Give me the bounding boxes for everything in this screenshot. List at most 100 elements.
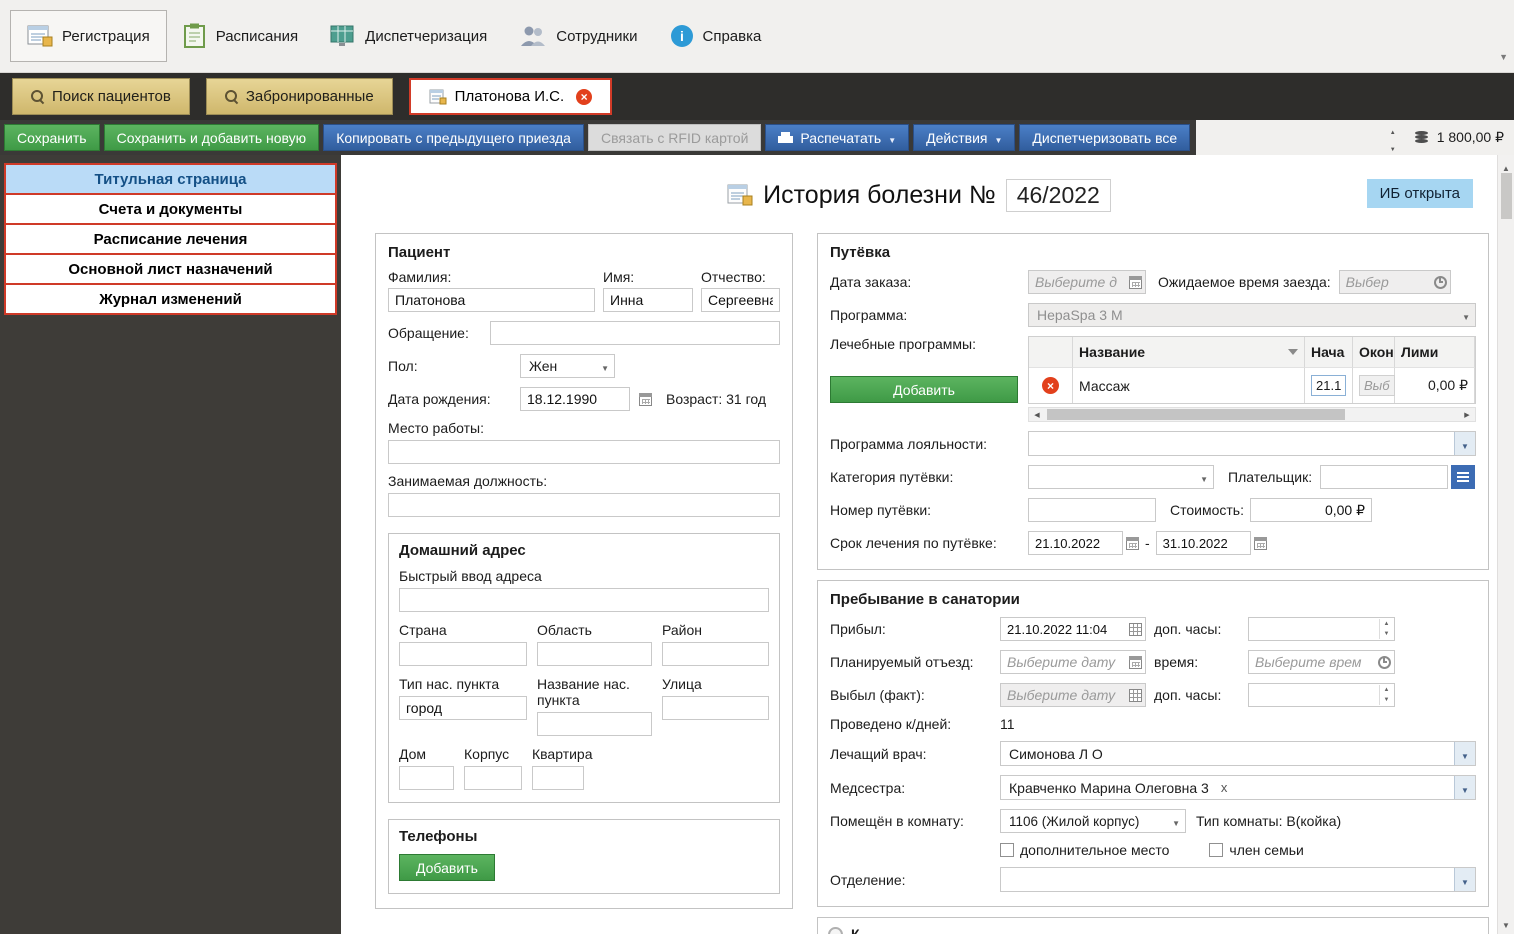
country-input[interactable] [399, 642, 527, 666]
middlename-input[interactable] [701, 288, 780, 312]
stepper-down-icon[interactable] [1380, 629, 1393, 639]
order-date-input[interactable] [1028, 270, 1146, 294]
clock-icon[interactable] [1434, 276, 1447, 289]
toolbar-scroll-arrows[interactable] [1390, 121, 1396, 154]
lastname-input[interactable] [388, 288, 595, 312]
street-input[interactable] [662, 696, 769, 720]
remove-nurse-icon[interactable]: x [1221, 780, 1228, 795]
region-input[interactable] [537, 642, 652, 666]
settlement-type-input[interactable] [399, 696, 527, 720]
clock-icon[interactable] [1378, 656, 1391, 669]
table-row[interactable]: Массаж 21.1 Выб 0,00 ₽ [1029, 367, 1475, 403]
actions-button[interactable]: Действия [913, 124, 1015, 151]
datetime-picker-icon[interactable] [1129, 623, 1142, 636]
scroll-left-icon[interactable] [1029, 408, 1045, 421]
period-end-input[interactable] [1156, 531, 1251, 555]
district-input[interactable] [662, 642, 769, 666]
department-select[interactable] [1000, 867, 1476, 892]
radio-icon[interactable] [828, 927, 843, 934]
dispatch-all-button[interactable]: Диспетчеризовать все [1019, 124, 1190, 151]
position-input[interactable] [388, 493, 780, 517]
chevron-down-icon[interactable] [1454, 868, 1475, 891]
house-input[interactable] [399, 766, 454, 790]
filter-icon[interactable] [1288, 349, 1298, 355]
arrival-time-input[interactable] [1339, 270, 1451, 294]
calendar-icon[interactable] [1126, 537, 1139, 550]
doctor-select[interactable]: Симонова Л О [1000, 741, 1476, 766]
sidebar-item-prescription-sheet[interactable]: Основной лист назначений [4, 253, 337, 285]
nav-help[interactable]: i Справка [654, 11, 778, 61]
planned-departure-input[interactable] [1000, 650, 1146, 674]
calendar-icon[interactable] [1254, 537, 1267, 550]
building-input[interactable] [464, 766, 522, 790]
close-icon[interactable] [576, 89, 592, 105]
sidebar-item-change-log[interactable]: Журнал изменений [4, 283, 337, 315]
save-button[interactable]: Сохранить [4, 124, 100, 151]
stepper-up-icon[interactable] [1380, 685, 1393, 695]
tab-patient-platonova[interactable]: Платонова И.С. [409, 78, 612, 115]
stepper-arrows[interactable] [1379, 619, 1393, 639]
extra-hours-stepper[interactable] [1248, 683, 1395, 707]
topbar-overflow-icon[interactable]: ▼ [1499, 52, 1508, 62]
period-start-input[interactable] [1028, 531, 1123, 555]
departure-time-input[interactable] [1248, 650, 1395, 674]
gender-select[interactable]: Жен [520, 354, 615, 378]
loyalty-program-select[interactable] [1028, 431, 1476, 456]
table-header-start[interactable]: Нача [1305, 337, 1353, 367]
nav-dispatch[interactable]: Диспетчеризация [314, 11, 503, 61]
salutation-input[interactable] [490, 321, 780, 345]
stepper-arrows[interactable] [1379, 685, 1393, 705]
delete-row-icon[interactable] [1042, 377, 1059, 394]
voucher-category-select[interactable] [1028, 465, 1214, 489]
add-treatment-program-button[interactable]: Добавить [830, 376, 1018, 403]
tab-reserved[interactable]: Забронированные [206, 78, 393, 115]
table-header-end[interactable]: Окон [1353, 337, 1395, 367]
table-header-limit[interactable]: Лими [1395, 337, 1475, 367]
table-header-name[interactable]: Название [1073, 337, 1305, 367]
print-button[interactable]: Распечатать [765, 124, 909, 151]
sidebar-item-invoices[interactable]: Счета и документы [4, 193, 337, 225]
nav-schedules[interactable]: Расписания [167, 10, 314, 62]
sidebar-item-treatment-schedule[interactable]: Расписание лечения [4, 223, 337, 255]
chevron-down-icon[interactable] [1454, 432, 1475, 455]
workplace-input[interactable] [388, 440, 780, 464]
add-phone-button[interactable]: Добавить [399, 854, 495, 881]
nav-employees[interactable]: Сотрудники [503, 11, 653, 61]
extra-hours-stepper[interactable] [1248, 617, 1395, 641]
calendar-icon[interactable] [1129, 276, 1142, 289]
settlement-name-input[interactable] [537, 712, 652, 736]
chevron-down-icon[interactable] [1454, 742, 1475, 765]
nurse-select[interactable]: Кравченко Марина Олеговна 3 x [1000, 775, 1476, 800]
case-number-input[interactable]: 46/2022 [1006, 179, 1111, 212]
vertical-scrollbar[interactable] [1497, 155, 1514, 934]
scroll-right-icon[interactable] [1459, 408, 1475, 421]
scroll-down-icon[interactable] [1502, 915, 1510, 931]
family-member-checkbox[interactable]: член семьи [1209, 842, 1303, 858]
start-date-cell-input[interactable]: 21.1 [1311, 375, 1346, 396]
apartment-input[interactable] [532, 766, 584, 790]
payer-input[interactable] [1320, 465, 1448, 489]
stepper-up-icon[interactable] [1380, 619, 1393, 629]
copy-previous-visit-button[interactable]: Копировать с предыдущего приезда [323, 124, 584, 151]
calendar-icon[interactable] [1129, 656, 1142, 669]
sidebar-item-title-page[interactable]: Титульная страница [4, 163, 337, 195]
scrollbar-thumb[interactable] [1501, 173, 1512, 219]
voucher-number-input[interactable] [1028, 498, 1156, 522]
scroll-up-icon[interactable] [1502, 158, 1510, 174]
stepper-down-icon[interactable] [1380, 695, 1393, 705]
birthdate-input[interactable] [520, 387, 630, 411]
chevron-down-icon[interactable] [1454, 776, 1475, 799]
calendar-icon[interactable] [639, 393, 652, 406]
payer-lookup-icon[interactable] [1451, 465, 1475, 489]
cost-input[interactable] [1250, 498, 1372, 522]
firstname-input[interactable] [603, 288, 693, 312]
scrollbar-thumb[interactable] [1047, 409, 1345, 420]
table-horizontal-scrollbar[interactable] [1028, 407, 1476, 422]
nav-registration[interactable]: Регистрация [10, 10, 167, 62]
quick-address-input[interactable] [399, 588, 769, 612]
arrived-input[interactable] [1000, 617, 1146, 641]
tab-patient-search[interactable]: Поиск пациентов [12, 78, 190, 115]
save-and-add-button[interactable]: Сохранить и добавить новую [104, 124, 320, 151]
extra-place-checkbox[interactable]: дополнительное место [1000, 842, 1169, 858]
room-select[interactable]: 1106 (Жилой корпус) [1000, 809, 1186, 833]
